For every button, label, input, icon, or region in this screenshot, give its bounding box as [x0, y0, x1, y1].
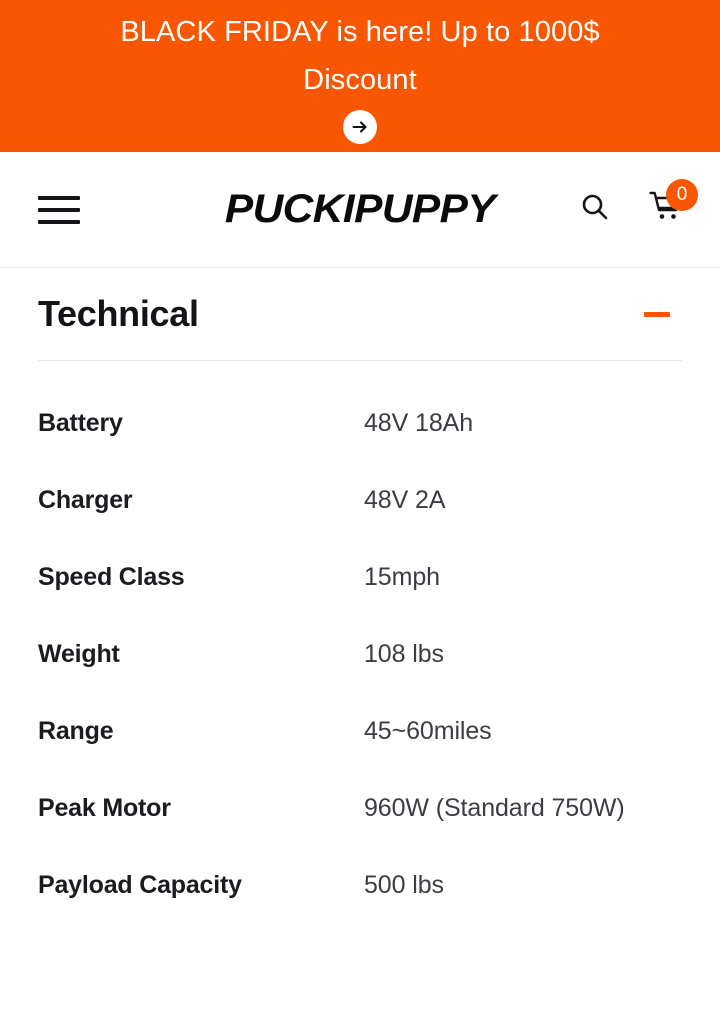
table-row: Weight 108 lbs [38, 640, 682, 717]
table-row: Battery 48V 18Ah [38, 409, 682, 486]
hamburger-bar [38, 195, 80, 200]
spec-label: Peak Motor [38, 794, 171, 822]
table-row: Peak Motor 960W (Standard 750W) [38, 794, 682, 871]
product-specs-page: BLACK FRIDAY is here! Up to 1000$ Discou… [0, 0, 720, 1014]
accordion-title: Technical [38, 293, 199, 334]
spec-label: Payload Capacity [38, 871, 242, 899]
spec-value: 108 lbs [364, 640, 444, 668]
promo-banner[interactable]: BLACK FRIDAY is here! Up to 1000$ Discou… [0, 0, 720, 152]
spec-label: Battery [38, 409, 123, 437]
spec-value: 15mph [364, 563, 440, 591]
spec-value: 500 lbs [364, 871, 444, 899]
promo-arrow-button[interactable] [343, 110, 377, 144]
search-button[interactable] [576, 191, 614, 229]
spec-label: Speed Class [38, 563, 185, 591]
table-row: Payload Capacity 500 lbs [38, 871, 682, 948]
spec-value: 48V 18Ah [364, 409, 474, 437]
hamburger-bar [38, 219, 80, 224]
spec-value: 45~60miles [364, 717, 492, 745]
site-header: PUCKIPUPPY 0 [0, 152, 720, 268]
minus-icon[interactable] [644, 311, 670, 317]
spec-value: 960W (Standard 750W) [364, 794, 625, 822]
accordion-header-technical[interactable]: Technical [38, 268, 682, 360]
hamburger-menu-icon[interactable] [38, 190, 84, 230]
main-content: Technical Battery 48V 18Ah Charger 48V 2… [0, 268, 720, 1014]
spec-label: Charger [38, 486, 133, 514]
table-row: Speed Class 15mph [38, 563, 682, 640]
spec-label: Weight [38, 640, 120, 668]
spec-label: Range [38, 717, 114, 745]
cart-count-badge: 0 [666, 178, 698, 211]
cart-button[interactable]: 0 [648, 178, 698, 229]
spec-table: Battery 48V 18Ah Charger 48V 2A Speed Cl… [38, 361, 682, 948]
search-icon [578, 190, 612, 229]
table-row: Range 45~60miles [38, 717, 682, 794]
promo-banner-text: BLACK FRIDAY is here! Up to 1000$ Discou… [120, 16, 600, 96]
spec-value: 48V 2A [364, 486, 446, 514]
hamburger-bar [38, 207, 80, 212]
table-row: Charger 48V 2A [38, 486, 682, 563]
arrow-right-icon [350, 117, 370, 137]
header-actions: 0 [576, 178, 698, 229]
